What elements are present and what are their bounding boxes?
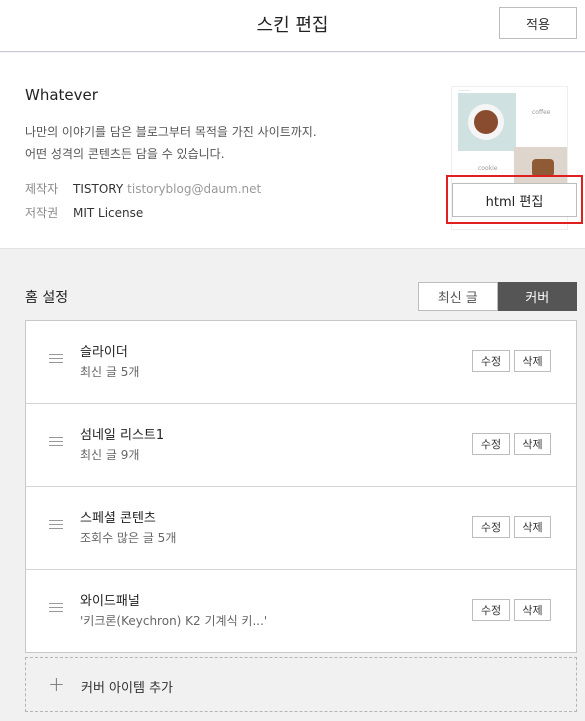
skin-description-line-1: 나만의 이야기를 담은 블로그부터 목적을 가진 사이트까지. [25, 125, 317, 139]
coffee-cup-image [468, 104, 504, 140]
list-item: 섬네일 리스트1 최신 글 9개 수정 삭제 [26, 404, 576, 487]
list-item: 슬라이더 최신 글 5개 수정 삭제 [26, 321, 576, 404]
delete-button[interactable]: 삭제 [514, 350, 551, 372]
skin-description: 나만의 이야기를 담은 블로그부터 목적을 가진 사이트까지. 어떤 성격의 콘… [25, 121, 317, 165]
tab-latest-posts[interactable]: 최신 글 [418, 282, 498, 311]
add-cover-item-button[interactable]: + 커버 아이템 추가 [25, 657, 577, 712]
drag-handle-icon[interactable] [49, 354, 63, 366]
item-title: 슬라이더 [80, 345, 128, 360]
item-title: 와이드패널 [80, 594, 140, 609]
license-key: 저작권 [25, 206, 59, 220]
author-value: TISTORY [73, 182, 124, 196]
edit-button[interactable]: 수정 [472, 599, 510, 621]
item-title: 섬네일 리스트1 [80, 428, 165, 443]
plus-icon: + [48, 672, 65, 696]
license-row: 저작권 MIT License [25, 204, 143, 221]
delete-button[interactable]: 삭제 [514, 516, 551, 538]
edit-button[interactable]: 수정 [472, 350, 510, 372]
license-value: MIT License [73, 206, 144, 220]
list-item: 스페셜 콘텐츠 조회수 많은 글 5개 수정 삭제 [26, 487, 576, 570]
delete-button[interactable]: 삭제 [514, 433, 551, 455]
header-bar: 스킨 편집 적용 [0, 0, 585, 52]
apply-button[interactable]: 적용 [499, 7, 577, 39]
item-subtitle: 최신 글 5개 [80, 365, 140, 379]
skin-name: Whatever [25, 86, 98, 104]
author-row: 제작자 TISTORY tistoryblog@daum.net [25, 180, 261, 197]
item-title: 스페셜 콘텐츠 [80, 511, 156, 526]
page-title: 스킨 편집 [256, 15, 329, 36]
thumb-label-cookie: cookie [478, 165, 498, 172]
list-item: 와이드패널 '키크론(Keychron) K2 기계식 키...' 수정 삭제 [26, 570, 576, 653]
drag-handle-icon[interactable] [49, 603, 63, 615]
item-subtitle: 최신 글 9개 [80, 448, 140, 462]
author-key: 제작자 [25, 182, 59, 196]
item-subtitle: 조회수 많은 글 5개 [80, 531, 177, 545]
drag-handle-icon[interactable] [49, 437, 63, 449]
cover-item-list: 슬라이더 최신 글 5개 수정 삭제 섬네일 리스트1 최신 글 9개 수정 삭… [25, 320, 577, 653]
home-settings-label: 홈 설정 [25, 290, 69, 306]
edit-button[interactable]: 수정 [472, 433, 510, 455]
edit-button[interactable]: 수정 [472, 516, 510, 538]
thumb-label-coffee: coffee [532, 109, 551, 116]
add-cover-item-label: 커버 아이템 추가 [81, 681, 173, 696]
skin-description-line-2: 어떤 성격의 콘텐츠든 담을 수 있습니다. [25, 147, 225, 161]
home-mode-toggle: 최신 글 커버 [418, 282, 577, 311]
tab-cover[interactable]: 커버 [497, 282, 577, 311]
html-edit-button[interactable]: html 편집 [452, 183, 577, 217]
drag-handle-icon[interactable] [49, 520, 63, 532]
delete-button[interactable]: 삭제 [514, 599, 551, 621]
author-email: tistoryblog@daum.net [127, 182, 262, 196]
item-subtitle: '키크론(Keychron) K2 기계식 키...' [80, 614, 268, 628]
